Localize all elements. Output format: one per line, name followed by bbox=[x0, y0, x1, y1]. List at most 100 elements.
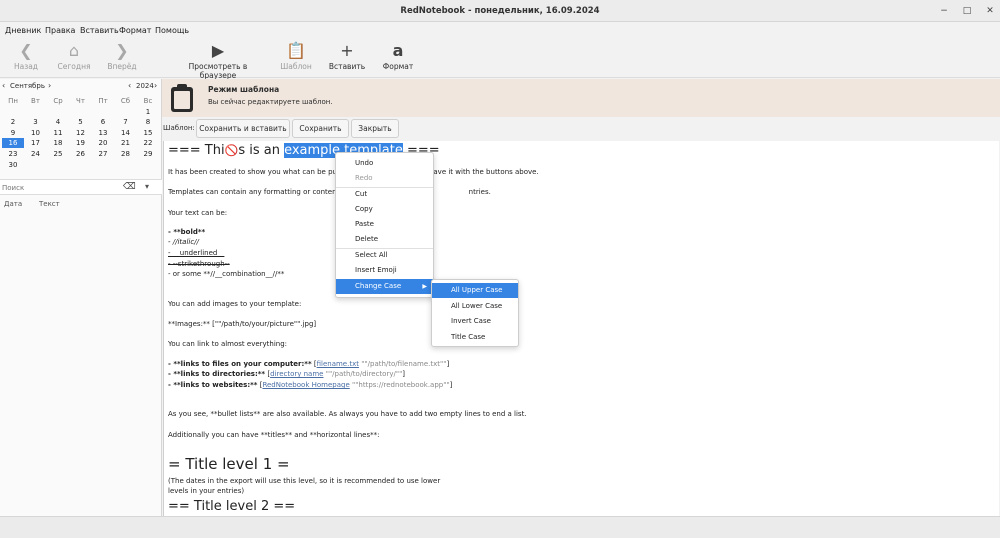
title-bar: RedNotebook - понедельник, 16.09.2024 − … bbox=[0, 0, 1000, 22]
calendar-day[interactable]: 23 bbox=[2, 149, 24, 159]
change-case-submenu: All Upper Case All Lower Case Invert Case T… bbox=[431, 279, 519, 347]
search-input[interactable] bbox=[2, 182, 120, 193]
title-note-line-2: levels in your entries) bbox=[168, 487, 245, 495]
calendar-day[interactable]: 4 bbox=[47, 117, 69, 127]
menu-journal[interactable]: Дневник bbox=[5, 26, 41, 35]
menu-item-paste[interactable]: Paste bbox=[336, 217, 433, 232]
weekday-label: Пн bbox=[8, 97, 18, 105]
menu-help[interactable]: Помощь bbox=[155, 26, 189, 35]
menu-item-insert-emoji[interactable]: Insert Emoji bbox=[336, 263, 433, 278]
calendar-day[interactable]: 27 bbox=[92, 149, 114, 159]
calendar-day[interactable]: 22 bbox=[137, 138, 159, 148]
calendar-day[interactable]: 18 bbox=[47, 138, 69, 148]
menu-edit[interactable]: Правка bbox=[45, 26, 75, 35]
images-intro: You can add images to your template: bbox=[168, 300, 302, 308]
link-files-line: - **links to files on your computer:** [… bbox=[168, 360, 450, 368]
menu-insert[interactable]: Вставить bbox=[80, 26, 119, 35]
today-button[interactable]: ⌂ Сегодня bbox=[55, 40, 93, 71]
calendar-day[interactable]: 16 bbox=[2, 138, 24, 149]
calendar-day[interactable]: 3 bbox=[25, 117, 47, 127]
calendar-day[interactable]: 12 bbox=[70, 128, 92, 138]
submenu-item-invert-case[interactable]: Invert Case bbox=[432, 314, 518, 329]
combination-example: - or some **//__combination__//** bbox=[168, 270, 285, 278]
calendar-day[interactable]: 6 bbox=[92, 117, 114, 127]
calendar-day[interactable]: 30 bbox=[2, 160, 24, 170]
calendar-day[interactable]: 25 bbox=[47, 149, 69, 159]
month-prev-icon[interactable]: ‹ bbox=[2, 81, 5, 90]
images-line: **Images:** [""/path/to/your/picture"".j… bbox=[168, 320, 317, 328]
template-editor[interactable]: === Thi🚫s is an example template === It … bbox=[163, 141, 999, 516]
calendar-day[interactable]: 2 bbox=[2, 117, 24, 127]
format-button[interactable]: a Формат bbox=[380, 40, 416, 71]
calendar-day[interactable]: 20 bbox=[92, 138, 114, 148]
menu-item-delete[interactable]: Delete bbox=[336, 232, 433, 247]
calendar-day[interactable]: 1 bbox=[137, 107, 159, 117]
forward-button[interactable]: ❯ Вперёд bbox=[104, 40, 140, 71]
close-button[interactable]: Закрыть bbox=[351, 119, 399, 138]
clear-search-icon[interactable]: ⌫ bbox=[123, 182, 136, 192]
template-label: Шаблон: bbox=[163, 124, 195, 132]
maximize-button[interactable]: □ bbox=[961, 5, 973, 17]
menu-item-undo[interactable]: Undo bbox=[336, 156, 433, 171]
template-button[interactable]: 📋 Шаблон bbox=[280, 40, 312, 71]
calendar-day[interactable]: 28 bbox=[115, 149, 137, 159]
weekday-label: Сб bbox=[120, 97, 131, 105]
menu-item-select-all[interactable]: Select All bbox=[336, 248, 433, 263]
preview-button[interactable]: ▶ Просмотреть в браузере bbox=[172, 40, 264, 80]
year-next-icon[interactable]: › bbox=[154, 81, 157, 90]
calendar-day[interactable]: 26 bbox=[70, 149, 92, 159]
close-window-button[interactable]: ✕ bbox=[984, 5, 996, 17]
italic-example: - //italic// bbox=[168, 238, 199, 246]
menu-item-copy[interactable]: Copy bbox=[336, 202, 433, 217]
minimize-button[interactable]: − bbox=[938, 5, 950, 17]
menu-format[interactable]: Формат bbox=[119, 26, 151, 35]
submenu-item-all-lower-case[interactable]: All Lower Case bbox=[432, 299, 518, 314]
bold-example: - **bold** bbox=[168, 228, 206, 236]
menu-item-change-case[interactable]: Change Case ▶ bbox=[336, 279, 433, 294]
main-area: Режим шаблона Вы сейчас редактируете шаб… bbox=[162, 79, 1000, 516]
banner-title: Режим шаблона bbox=[208, 85, 280, 94]
calendar-day[interactable]: 21 bbox=[115, 138, 137, 148]
calendar-day[interactable]: 15 bbox=[137, 128, 159, 138]
link-dirs-line: - **links to directories:** [directory n… bbox=[168, 370, 406, 378]
calendar-day[interactable]: 9 bbox=[2, 128, 24, 138]
calendar-day[interactable]: 29 bbox=[137, 149, 159, 159]
chevron-down-icon[interactable]: ▾ bbox=[145, 182, 149, 191]
calendar-day[interactable]: 7 bbox=[115, 117, 137, 127]
column-date[interactable]: Дата bbox=[4, 200, 22, 208]
column-text[interactable]: Текст bbox=[39, 200, 60, 208]
calendar-day[interactable]: 8 bbox=[137, 117, 159, 127]
title-note-line-1: (The dates in the export will use this l… bbox=[168, 477, 441, 485]
calendar-day[interactable]: 19 bbox=[70, 138, 92, 148]
clipboard-icon bbox=[168, 83, 196, 113]
calendar-day[interactable]: 5 bbox=[70, 117, 92, 127]
submenu-arrow-icon: ▶ bbox=[422, 283, 427, 290]
menu-item-redo[interactable]: Redo bbox=[336, 171, 433, 186]
insert-button[interactable]: + Вставить bbox=[328, 40, 366, 71]
submenu-item-title-case[interactable]: Title Case bbox=[432, 330, 518, 345]
save-and-insert-button[interactable]: Сохранить и вставить bbox=[196, 119, 290, 138]
template-mode-banner: Режим шаблона Вы сейчас редактируете шаб… bbox=[162, 79, 1000, 117]
calendar-day[interactable]: 13 bbox=[92, 128, 114, 138]
window-title: RedNotebook - понедельник, 16.09.2024 bbox=[400, 6, 600, 16]
titles-line: Additionally you can have **titles** and… bbox=[168, 431, 380, 439]
calendar-day[interactable]: 24 bbox=[25, 149, 47, 159]
month-next-icon[interactable]: › bbox=[48, 81, 51, 90]
calendar-day[interactable]: 17 bbox=[25, 138, 47, 148]
calendar-day[interactable]: 11 bbox=[47, 128, 69, 138]
year-prev-icon[interactable]: ‹ bbox=[128, 81, 131, 90]
back-button[interactable]: ❮ Назад bbox=[8, 40, 44, 71]
save-button[interactable]: Сохранить bbox=[292, 119, 349, 138]
plus-icon: + bbox=[340, 41, 354, 60]
home-icon: ⌂ bbox=[68, 41, 80, 60]
weekday-label: Ср bbox=[53, 97, 63, 105]
underline-example: - __underlined__ bbox=[168, 249, 225, 257]
menu-item-cut[interactable]: Cut bbox=[336, 187, 433, 202]
bullets-line: As you see, **bullet lists** are also av… bbox=[168, 410, 527, 418]
calendar-day[interactable]: 14 bbox=[115, 128, 137, 138]
weekday-label: Вс bbox=[143, 97, 153, 105]
link-web-line: - **links to websites:** [RedNotebook Ho… bbox=[168, 381, 453, 389]
calendar-day[interactable]: 10 bbox=[25, 128, 47, 138]
templates-line: Templates can contain any formatting or … bbox=[168, 188, 491, 196]
submenu-item-all-upper-case[interactable]: All Upper Case bbox=[432, 283, 518, 298]
